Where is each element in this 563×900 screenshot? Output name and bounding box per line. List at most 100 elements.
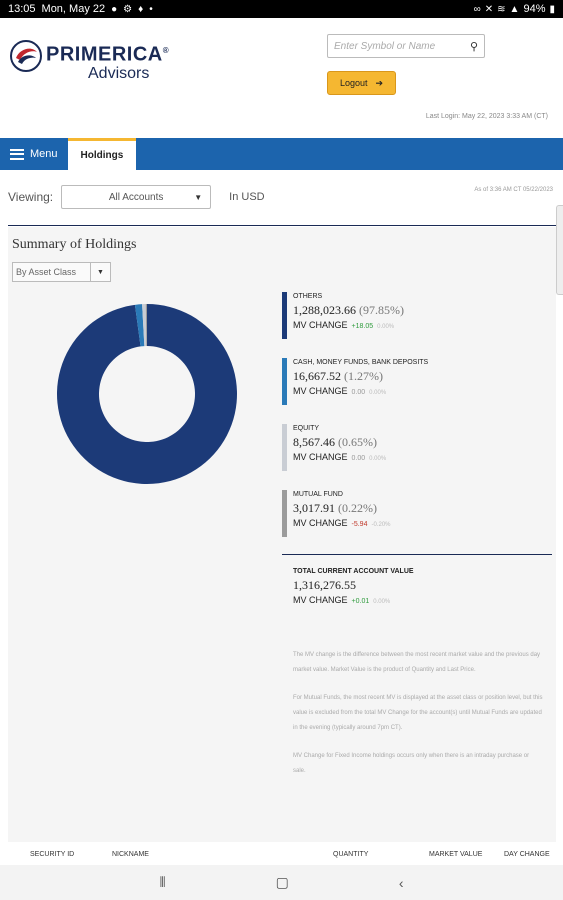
mute-icon: ✕ [484, 3, 494, 15]
legend-mv-label: MV CHANGE [293, 386, 348, 396]
nav-bar: Menu Holdings [0, 138, 563, 170]
legend-divider [282, 554, 552, 555]
legend-mv-pct: 0.00% [369, 456, 387, 462]
link-icon: ∞ [473, 3, 481, 15]
note-paragraph: For Mutual Funds, the most recent MV is … [293, 695, 543, 731]
battery-icon: ▮ [549, 3, 555, 15]
legend-mv-label: MV CHANGE [293, 518, 348, 528]
legend-amount: 3,017.91 [293, 501, 335, 515]
account-select[interactable]: All Accounts ▼ [61, 185, 212, 209]
status-date: Mon, May 22 [41, 3, 106, 15]
legend-percent: (1.27%) [344, 369, 383, 383]
home-icon[interactable]: ▢ [276, 874, 289, 891]
legend-color-bar [282, 490, 287, 537]
legend-mv-row: MV CHANGE +18.05 0.00% [293, 320, 404, 330]
search-input[interactable] [334, 40, 459, 52]
back-icon[interactable]: ‹ [399, 875, 404, 891]
primerica-logo[interactable]: PRIMERICA® Advisors [10, 40, 169, 82]
legend-value: 8,567.46 (0.65%) [293, 435, 386, 450]
legend-item[interactable]: OTHERS 1,288,023.66 (97.85%) MV CHANGE +18.… [282, 292, 404, 339]
legend-mv-label: MV CHANGE [293, 452, 348, 462]
status-time: 13:05 [8, 3, 36, 15]
tip-icon: ♦ [138, 3, 144, 15]
legend-color-bar [282, 424, 287, 471]
logout-label: Logout [339, 78, 368, 88]
legend-value: 1,288,023.66 (97.85%) [293, 303, 404, 318]
search-icon[interactable]: ⚲ [470, 40, 478, 53]
legend-value: 16,667.52 (1.27%) [293, 369, 428, 384]
group-by-select[interactable]: By Asset Class ▼ [12, 262, 111, 282]
recent-apps-icon[interactable]: ⦀ [159, 874, 165, 891]
chevron-down-icon: ▼ [90, 263, 110, 281]
total-mv-pct: 0.00% [373, 599, 391, 605]
legend-color-bar [282, 358, 287, 405]
symbol-search[interactable]: ⚲ [327, 34, 485, 58]
tab-holdings[interactable]: Holdings [67, 138, 137, 170]
hamburger-icon [10, 148, 24, 160]
legend-mv-change: -5.94 [351, 521, 368, 528]
legend-mv-pct: 0.00% [377, 324, 395, 330]
col-quantity[interactable]: QUANTITY [333, 851, 368, 858]
legend-category: CASH, MONEY FUNDS, BANK DEPOSITS [293, 359, 429, 366]
total-mv-row: MV CHANGE +0.01 0.00% [293, 595, 414, 605]
status-bar: 13:05 Mon, May 22 ● ⚙ ♦ • ∞ ✕ ≋ ▲ 94% ▮ [0, 0, 563, 18]
legend-percent: (0.65%) [338, 435, 377, 449]
primerica-logo-icon [10, 40, 42, 72]
menu-button[interactable]: Menu [0, 138, 68, 170]
col-day-change[interactable]: DAY CHANGE [504, 851, 550, 858]
legend-mv-change: 0.00 [351, 389, 366, 396]
legend-category: MUTUAL FUND [293, 491, 343, 498]
viewing-row: Viewing: All Accounts ▼ In USD [8, 185, 265, 209]
total-value: 1,316,276.55 [293, 578, 356, 592]
logout-button[interactable]: Logout ➔ [327, 71, 396, 95]
col-market-value[interactable]: MARKET VALUE [429, 851, 482, 858]
section-divider [8, 225, 556, 226]
group-by-value: By Asset Class [16, 267, 77, 277]
legend-mv-change: +18.05 [351, 323, 374, 330]
legend-mv-row: MV CHANGE 0.00 0.00% [293, 386, 428, 396]
note-paragraph: MV Change for Fixed Income holdings occu… [293, 753, 530, 774]
legend-item[interactable]: EQUITY 8,567.46 (0.65%) MV CHANGE 0.00 0.00% [282, 424, 386, 471]
logout-icon: ➔ [375, 77, 384, 88]
legend-mv-pct: -0.20% [371, 522, 391, 528]
currency-label: In USD [229, 191, 265, 203]
legend-mv-label: MV CHANGE [293, 320, 348, 330]
viewing-label: Viewing: [8, 190, 54, 204]
total-mv-change: +0.01 [351, 598, 370, 605]
legend-mv-row: MV CHANGE 0.00 0.00% [293, 452, 386, 462]
legend-category: OTHERS [293, 293, 323, 300]
note-paragraph: The MV change is the difference between … [293, 652, 541, 673]
col-security-id[interactable]: SECURITY ID [30, 851, 74, 858]
signal-icon: ▲ [509, 3, 520, 15]
col-nickname[interactable]: NICKNAME [112, 851, 149, 858]
legend-item[interactable]: CASH, MONEY FUNDS, BANK DEPOSITS 16,667.5… [282, 358, 428, 405]
legend-amount: 8,567.46 [293, 435, 335, 449]
as-of-timestamp: As of 3:36 AM CT 05/22/2023 [474, 187, 553, 193]
chevron-down-icon: ▼ [194, 192, 203, 202]
account-select-value: All Accounts [108, 191, 164, 203]
android-nav-bar: ⦀ ▢ ‹ [0, 865, 563, 900]
holdings-table-header: SECURITY ID NICKNAME QUANTITY MARKET VAL… [0, 851, 563, 865]
legend-percent: (97.85%) [359, 303, 404, 317]
legend-value: 3,017.91 (0.22%) [293, 501, 391, 516]
battery-level: 94% [523, 3, 546, 15]
legend-color-bar [282, 292, 287, 339]
settings-icon: ⚙ [123, 3, 133, 15]
total-mv-label: MV CHANGE [293, 595, 348, 605]
last-login: Last Login: May 22, 2023 3:33 AM (CT) [425, 113, 548, 120]
summary-title: Summary of Holdings [12, 237, 137, 252]
legend-percent: (0.22%) [338, 501, 377, 515]
legend-amount: 1,288,023.66 [293, 303, 356, 317]
mv-notes: The MV change is the difference between … [293, 648, 543, 792]
menu-label: Menu [30, 148, 58, 160]
wifi-icon: ≋ [497, 3, 506, 15]
asset-allocation-donut [57, 304, 238, 484]
donut-slice[interactable] [57, 304, 238, 484]
legend-mv-change: 0.00 [351, 455, 366, 462]
android-icon: ● [111, 3, 118, 15]
header: PRIMERICA® Advisors ⚲ Logout ➔ Last Logi… [0, 18, 563, 138]
legend-mv-pct: 0.00% [369, 390, 387, 396]
side-scroll-handle[interactable] [556, 205, 563, 295]
legend-item[interactable]: MUTUAL FUND 3,017.91 (0.22%) MV CHANGE -5.9… [282, 490, 391, 537]
brand-subtitle: Advisors [88, 64, 150, 82]
